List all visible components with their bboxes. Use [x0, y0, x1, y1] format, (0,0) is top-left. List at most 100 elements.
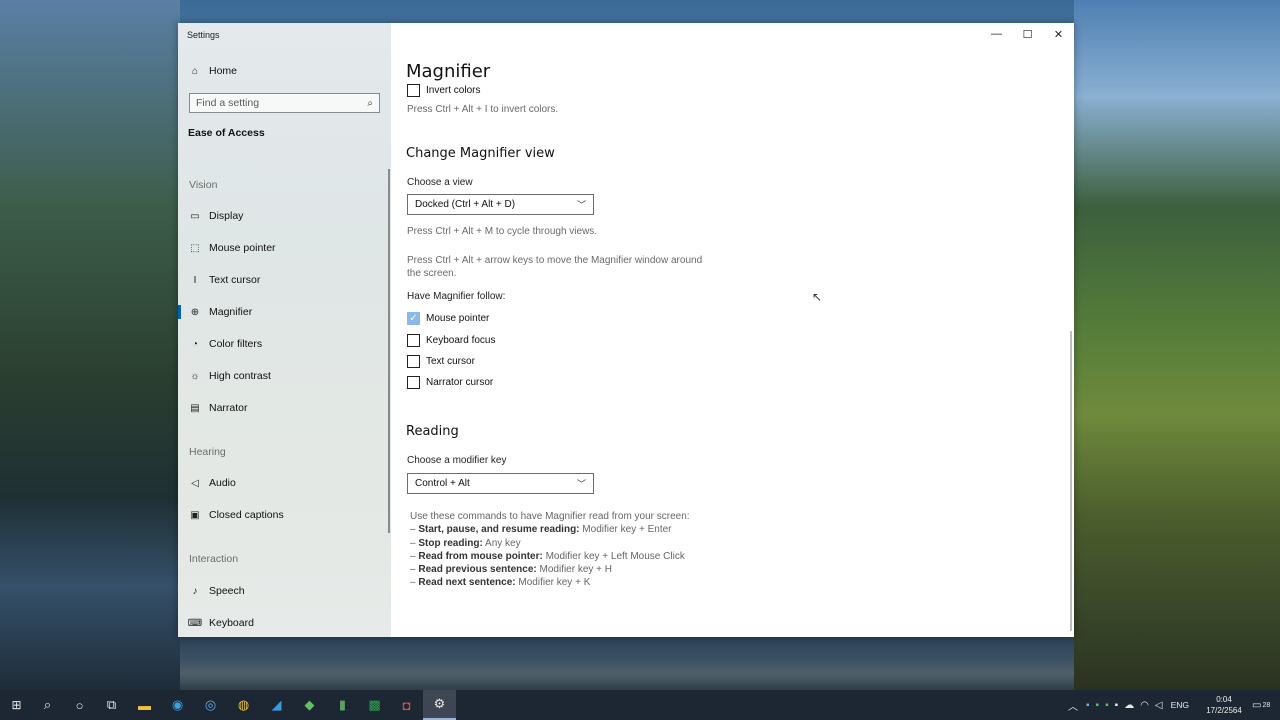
follow-narrator-cursor-checkbox[interactable]: Narrator cursor: [407, 376, 493, 389]
modifier-key-dropdown[interactable]: Control + Alt ﹀: [407, 473, 594, 494]
keyboard-icon: ⌨: [187, 617, 203, 629]
tray-app-icon[interactable]: ▪: [1086, 700, 1090, 711]
active-indicator: [178, 305, 181, 319]
volume-icon[interactable]: ◁: [1155, 700, 1163, 711]
sidebar-item-narrator[interactable]: ▤ Narrator: [189, 399, 247, 417]
view-dropdown[interactable]: Docked (Ctrl + Alt + D) ﹀: [407, 194, 594, 215]
sidebar-item-display[interactable]: ▭ Display: [189, 207, 243, 225]
follow-text-cursor-checkbox[interactable]: Text cursor: [407, 355, 475, 368]
sidebar-item-label: Display: [209, 210, 244, 222]
reading-intro: Use these commands to have Magnifier rea…: [410, 511, 690, 522]
sidebar-item-label: Closed captions: [209, 509, 284, 521]
settings-gear-icon[interactable]: ⚙: [423, 690, 456, 720]
follow-mouse-pointer-checkbox[interactable]: ✓ Mouse pointer: [407, 312, 489, 325]
closed-captions-icon: ▣: [190, 509, 200, 521]
app-icon[interactable]: ◆: [293, 690, 326, 720]
command-name: Read next sentence:: [418, 577, 516, 589]
desktop-wallpaper-bottom: [180, 636, 1074, 690]
content-scrollbar[interactable]: [1070, 331, 1072, 631]
command-keys: Modifier key + H: [539, 564, 613, 576]
sidebar-scrollbar[interactable]: [388, 169, 390, 533]
sidebar-item-label: High contrast: [209, 370, 271, 382]
high-contrast-icon: ☼: [190, 370, 200, 382]
sidebar-item-keyboard[interactable]: ⌨ Keyboard: [187, 614, 254, 632]
search-input[interactable]: [196, 97, 356, 109]
reading-heading: Reading: [406, 424, 459, 439]
terminal-icon[interactable]: ▮: [326, 690, 359, 720]
checkbox-label: Narrator cursor: [426, 377, 494, 388]
checkbox-label: Keyboard focus: [426, 335, 496, 346]
change-view-heading: Change Magnifier view: [406, 146, 555, 161]
sidebar-item-mouse-pointer[interactable]: ⬚ Mouse pointer: [189, 239, 276, 257]
notification-icon: ▭: [1252, 699, 1262, 711]
display-icon: ▭: [190, 210, 200, 222]
file-explorer-icon[interactable]: ▬: [128, 690, 161, 720]
checkbox-box[interactable]: [407, 334, 420, 347]
firefox-icon[interactable]: ◎: [194, 690, 227, 720]
section-heading-interaction: Interaction: [189, 553, 239, 565]
taskbar: ⊞ ⌕ ○ ⧉ ▬ ◉ ◎ ◍ ◢ ◆ ▮ ▩ ◘ ⚙ ︿ ▪ ▪ ▪ ▪ ☁ …: [0, 690, 1280, 720]
command-name: Read previous sentence:: [418, 564, 537, 576]
sidebar-item-high-contrast[interactable]: ☼ High contrast: [189, 367, 271, 385]
checkmark-icon[interactable]: ✓: [407, 312, 420, 325]
command-row: – Read next sentence: Modifier key + K: [410, 577, 591, 589]
start-button[interactable]: ⊞: [0, 690, 33, 720]
section-heading-hearing: Hearing: [189, 446, 226, 458]
reading-commands: Use these commands to have Magnifier rea…: [410, 510, 690, 590]
sidebar-item-home[interactable]: ⌂ Home: [189, 62, 237, 80]
audio-icon: ◁: [191, 477, 199, 489]
checkbox-box[interactable]: [407, 376, 420, 389]
home-icon: ⌂: [191, 65, 199, 77]
tray-app-icon[interactable]: ▪: [1105, 700, 1109, 711]
view-dropdown-value: Docked (Ctrl + Alt + D): [415, 199, 516, 210]
follow-label: Have Magnifier follow:: [407, 291, 506, 302]
mouse-pointer-icon: ⬚: [190, 242, 200, 254]
cloud-icon[interactable]: ☁: [1124, 700, 1134, 711]
sidebar-item-audio[interactable]: ◁ Audio: [189, 474, 236, 492]
checkbox-box[interactable]: [407, 84, 420, 97]
chevron-up-icon[interactable]: ︿: [1068, 698, 1078, 713]
clock[interactable]: 0:04 17/2/2564: [1202, 694, 1246, 716]
checkbox-box[interactable]: [407, 355, 420, 368]
modifier-key-label: Choose a modifier key: [407, 455, 507, 466]
sidebar-item-color-filters[interactable]: ◔ Color filters: [189, 335, 262, 353]
sidebar-item-label: Magnifier: [209, 306, 253, 318]
sidebar-item-speech[interactable]: ♪ Speech: [189, 582, 245, 600]
cortana-icon[interactable]: ○: [63, 690, 96, 720]
chrome-icon[interactable]: ◍: [227, 690, 260, 720]
command-row: – Read from mouse pointer: Modifier key …: [410, 550, 685, 562]
sidebar-item-label: Mouse pointer: [209, 242, 276, 254]
sidebar-item-label: Home: [209, 65, 238, 77]
search-icon[interactable]: ⌕: [31, 690, 64, 720]
sidebar-item-magnifier[interactable]: ⊕ Magnifier: [189, 303, 252, 321]
sidebar-item-label: Speech: [209, 585, 245, 597]
vscode-icon[interactable]: ◢: [260, 690, 293, 720]
magnifier-icon: ⊕: [190, 306, 200, 318]
sidebar-item-label: Text cursor: [209, 274, 261, 286]
tray-app-icon[interactable]: ▪: [1115, 700, 1119, 711]
camtasia-icon[interactable]: ◘: [390, 690, 423, 720]
system-tray: ︿ ▪ ▪ ▪ ▪ ☁ ◠ ◁ ENG: [1068, 690, 1189, 720]
category-label: Ease of Access: [188, 127, 265, 139]
task-view-icon[interactable]: ⧉: [95, 690, 128, 720]
search-icon[interactable]: ⌕: [367, 98, 373, 109]
window-title: Settings: [187, 30, 220, 40]
command-row: – Stop reading: Any key: [410, 537, 521, 549]
command-keys: Modifier key + Left Mouse Click: [545, 550, 685, 562]
sidebar-item-closed-captions[interactable]: ▣ Closed captions: [189, 506, 284, 524]
action-center-button[interactable]: ▭ 28: [1252, 690, 1270, 720]
narrator-icon: ▤: [190, 402, 200, 414]
invert-colors-checkbox[interactable]: Invert colors: [407, 84, 480, 97]
edge-icon[interactable]: ◉: [161, 690, 194, 720]
follow-keyboard-focus-checkbox[interactable]: Keyboard focus: [407, 334, 496, 347]
wifi-icon[interactable]: ◠: [1140, 700, 1149, 711]
checkbox-label: Invert colors: [426, 85, 481, 96]
tray-app-icon[interactable]: ▪: [1096, 700, 1100, 711]
notification-count: 28: [1262, 701, 1271, 709]
choose-view-label: Choose a view: [407, 177, 473, 188]
excel-icon[interactable]: ▩: [358, 690, 391, 720]
search-box[interactable]: ⌕: [189, 93, 380, 113]
desktop-wallpaper-right: [1074, 0, 1280, 690]
sidebar-item-text-cursor[interactable]: I Text cursor: [189, 271, 261, 289]
language-indicator[interactable]: ENG: [1171, 700, 1189, 710]
